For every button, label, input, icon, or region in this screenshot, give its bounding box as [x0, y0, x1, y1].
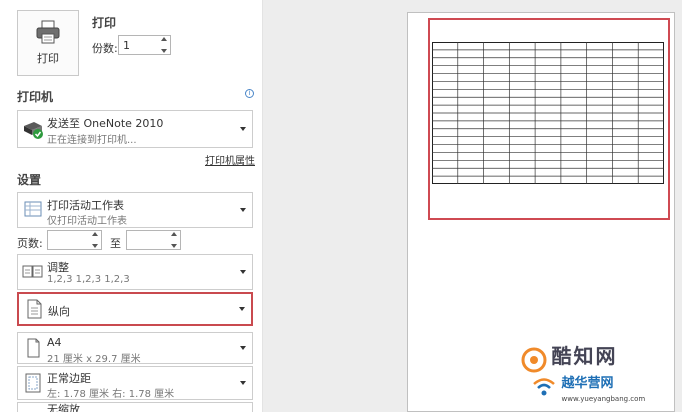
portrait-page-icon [27, 299, 42, 319]
margins-subtitle: 左: 1.78 厘米 右: 1.78 厘米 [47, 389, 175, 400]
print-scope-subtitle: 仅打印活动工作表 [47, 216, 127, 227]
collate-title: 调整 [47, 261, 69, 274]
settings-section-title: 设置 [17, 173, 42, 187]
increment-icon[interactable] [171, 232, 177, 236]
print-settings-panel: 打印 打印 份数: 1 打印机 i 发送至 OneNote 2010 正在连接到… [0, 0, 262, 412]
chevron-down-icon [240, 270, 246, 274]
pages-from-input[interactable] [47, 230, 102, 250]
paper-size-title: A4 [47, 336, 62, 349]
paper-icon [27, 338, 40, 358]
printer-section-title: 打印机 [17, 90, 54, 104]
onenote-printer-icon [24, 122, 43, 139]
chevron-down-icon [240, 127, 246, 131]
collate-select[interactable]: 调整 1,2,3 1,2,3 1,2,3 [17, 254, 253, 290]
pages-to-input[interactable] [126, 230, 181, 250]
increment-icon[interactable] [92, 232, 98, 236]
print-button[interactable]: 打印 [17, 10, 79, 76]
copies-stepper[interactable]: 1 [118, 35, 171, 55]
pages-from-arrows[interactable] [91, 232, 99, 248]
decrement-icon[interactable] [161, 49, 167, 53]
orientation-select[interactable]: 纵向 [17, 292, 253, 326]
printer-properties-link[interactable]: 打印机属性 [205, 152, 255, 167]
printer-select[interactable]: 发送至 OneNote 2010 正在连接到打印机... [17, 110, 253, 148]
print-scope-title: 打印活动工作表 [47, 199, 124, 212]
copies-label: 份数: [92, 42, 118, 55]
watermark-text-2: 越华营网 [561, 376, 614, 391]
logo-icon [521, 347, 547, 373]
chevron-down-icon [240, 208, 246, 212]
paper-size-subtitle: 21 厘米 x 29.7 厘米 [47, 354, 141, 365]
printer-name: 发送至 OneNote 2010 [47, 117, 164, 130]
orientation-title: 纵向 [48, 305, 70, 318]
chevron-down-icon [239, 307, 245, 311]
chevron-down-icon [240, 381, 246, 385]
increment-icon[interactable] [161, 37, 167, 41]
worksheet-icon [24, 201, 42, 217]
watermark-brand-1: 酷知网 [520, 340, 618, 374]
watermark-text-1: 酷知网 [551, 344, 618, 368]
info-icon[interactable]: i [245, 89, 254, 98]
print-button-label: 打印 [37, 52, 59, 65]
printer-icon [36, 20, 60, 44]
margins-title: 正常边距 [47, 372, 91, 385]
watermark-url: www.yueyangbang.com [561, 395, 646, 403]
margins-select[interactable]: 正常边距 左: 1.78 厘米 右: 1.78 厘米 [17, 366, 253, 400]
copies-arrows[interactable] [160, 37, 168, 53]
pages-to-label: 至 [110, 237, 121, 250]
scaling-select[interactable]: 无缩放 [17, 402, 253, 412]
pages-label: 页数: [17, 237, 43, 250]
preview-table-grid [432, 42, 664, 184]
watermark-brand-2: 越华营网 www.yueyangbang.com [530, 372, 645, 404]
margins-icon [25, 373, 41, 393]
print-scope-select[interactable]: 打印活动工作表 仅打印活动工作表 [17, 192, 253, 228]
print-title: 打印 [92, 16, 117, 30]
decrement-icon[interactable] [92, 244, 98, 248]
wifi-logo-icon [533, 378, 555, 396]
scaling-title: 无缩放 [47, 403, 80, 412]
paper-size-select[interactable]: A4 21 厘米 x 29.7 厘米 [17, 332, 253, 365]
collate-icon [22, 265, 43, 278]
chevron-down-icon [240, 346, 246, 350]
pages-to-arrows[interactable] [170, 232, 178, 248]
collate-subtitle: 1,2,3 1,2,3 1,2,3 [47, 274, 130, 285]
decrement-icon[interactable] [171, 244, 177, 248]
printer-status: 正在连接到打印机... [47, 135, 137, 146]
copies-value: 1 [123, 39, 130, 52]
